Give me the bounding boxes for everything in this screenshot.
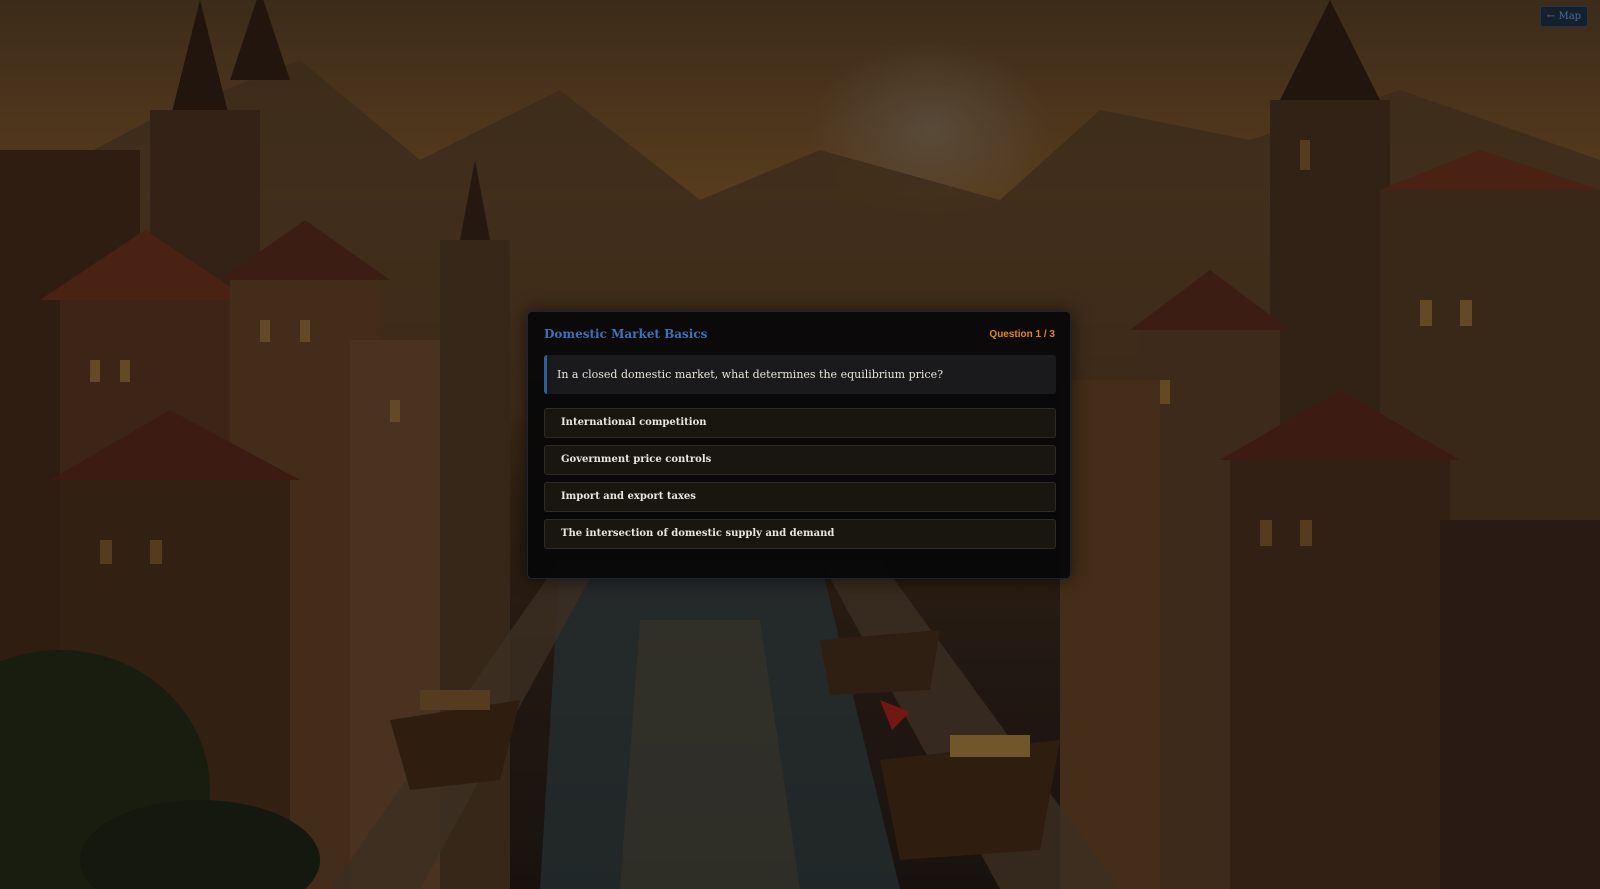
- answer-option-1[interactable]: International competition: [544, 408, 1056, 438]
- quiz-title: Domestic Market Basics: [544, 327, 708, 341]
- answer-option-4[interactable]: The intersection of domestic supply and …: [544, 519, 1056, 549]
- answer-list: International competition Government pri…: [544, 408, 1056, 556]
- answer-option-3[interactable]: Import and export taxes: [544, 482, 1056, 512]
- question-counter: Question 1 / 3: [989, 329, 1055, 340]
- question-text: In a closed domestic market, what determ…: [544, 355, 1056, 394]
- back-to-map-button[interactable]: ← Map: [1540, 6, 1588, 27]
- quiz-panel: Domestic Market Basics Question 1 / 3 In…: [527, 311, 1071, 579]
- answer-option-2[interactable]: Government price controls: [544, 445, 1056, 475]
